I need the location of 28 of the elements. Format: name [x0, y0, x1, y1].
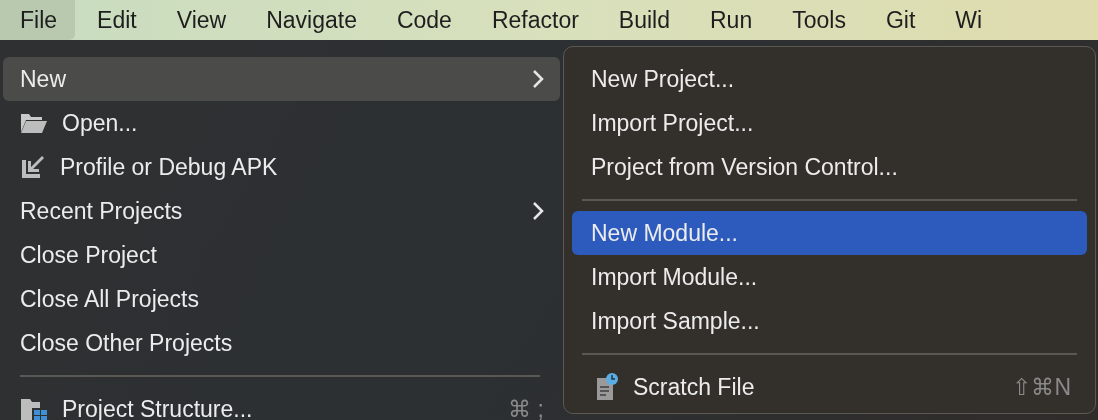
menu-item[interactable]: Close All Projects — [3, 277, 560, 321]
menu-item[interactable]: Close Other Projects — [3, 321, 560, 365]
menu-item[interactable]: Recent Projects — [3, 189, 560, 233]
menu-item[interactable]: Import Module... — [572, 255, 1087, 299]
menu-bar-item[interactable]: Tools — [772, 0, 864, 40]
arrow-into-corner-icon — [20, 154, 46, 180]
menu-bar-item[interactable]: Code — [376, 0, 470, 40]
menu-item[interactable]: New Module... — [572, 211, 1087, 255]
menu-item[interactable]: New Project... — [572, 57, 1087, 101]
menu-item[interactable]: New — [3, 57, 560, 101]
folder-grid-icon — [20, 398, 48, 420]
menu-bar-item[interactable]: Edit — [77, 0, 155, 40]
menu-bar-item[interactable]: Run — [690, 0, 771, 40]
menu-bar-item[interactable]: Build — [598, 0, 688, 40]
menu-item[interactable]: Scratch File ⇧⌘N — [572, 365, 1087, 409]
menu-item[interactable]: Import Project... — [572, 101, 1087, 145]
menu-item[interactable]: Project from Version Control... — [572, 145, 1087, 189]
menu-bar-item[interactable]: File — [0, 0, 76, 40]
menu-item[interactable]: Profile or Debug APK — [3, 145, 560, 189]
menu-item[interactable]: Open... — [3, 101, 560, 145]
menu-item[interactable]: Close Project — [3, 233, 560, 277]
menu-bar-item[interactable]: Navigate — [246, 0, 375, 40]
menu-item[interactable]: Import Sample... — [572, 299, 1087, 343]
menu-bar-item[interactable]: Git — [865, 0, 934, 40]
menu-bar-item[interactable]: Refactor — [471, 0, 597, 40]
folder-icon — [20, 112, 48, 134]
menu-bar-item[interactable]: Wi — [935, 0, 1001, 40]
menu-bar-item[interactable]: View — [156, 0, 245, 40]
